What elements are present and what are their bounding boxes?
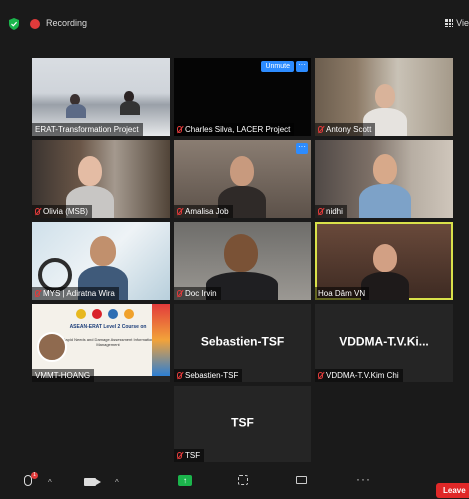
participant-name: TSF (174, 449, 205, 462)
video-tile-amalisa-job[interactable]: ··· Amalisa Job (174, 140, 311, 218)
participant-name: Hoa Dâm VN (315, 287, 370, 300)
grid-icon (445, 19, 454, 27)
mic-muted-icon (318, 126, 323, 133)
view-button[interactable]: Vie (445, 18, 469, 28)
recording-icon (30, 19, 40, 29)
participant-name: nidhi (315, 205, 347, 218)
video-camera-icon[interactable] (84, 478, 101, 486)
video-tile-hoa-dam[interactable]: Hoa Dâm VN (315, 222, 453, 300)
mic-muted-icon (177, 372, 182, 379)
view-label: Vie (456, 18, 469, 28)
participant-name: VMMT-HOANG (32, 369, 95, 382)
mic-muted-icon (177, 290, 182, 297)
flag-icon (92, 309, 102, 319)
participant-video (224, 234, 258, 272)
video-tile-antony-scott[interactable]: Antony Scott (315, 58, 453, 136)
slide-subtitle: Rapid Needs and Damage Assessment Inform… (62, 337, 154, 347)
video-tile-vmmt-hoang[interactable]: ASEAN-ERAT Level 2 Course on Rapid Needs… (32, 304, 170, 382)
logo-icon (76, 309, 86, 319)
slide-title: ASEAN-ERAT Level 2 Course on (69, 324, 147, 330)
mic-muted-icon (177, 126, 182, 133)
mic-muted-icon (35, 290, 40, 297)
participant-name: ERAT-Transformation Project (32, 123, 143, 136)
video-tile-nidhi[interactable]: nidhi (315, 140, 453, 218)
participant-name: Sebastien-TSF (174, 369, 243, 382)
participant-video (230, 156, 254, 186)
audio-options-caret[interactable]: ^ (48, 478, 52, 487)
video-tile-vddma-kim-chi[interactable]: VDDMA-T.V.Ki... VDDMA-T.V.Kim Chi (315, 304, 453, 382)
participant-name: Olivia (MSB) (32, 205, 92, 218)
participant-name: Antony Scott (315, 123, 376, 136)
mic-badge: 1 (31, 472, 38, 479)
participant-video (373, 244, 397, 272)
participant-thumbnail (37, 332, 67, 362)
video-tile-tsf[interactable]: TSF TSF (174, 386, 311, 462)
participant-video (373, 154, 397, 184)
participant-name: MYS | Adiratna Wira (32, 287, 119, 300)
participant-name: VDDMA-T.V.Kim Chi (315, 369, 403, 382)
mic-muted-icon (177, 452, 182, 459)
top-bar: Recording Vie (0, 0, 469, 46)
share-screen-icon[interactable]: ↑ (178, 475, 192, 486)
participant-name: Charles Silva, LACER Project (174, 123, 295, 136)
mic-muted-icon (177, 208, 182, 215)
mic-muted-icon (318, 208, 323, 215)
participant-video (78, 156, 102, 186)
video-tile-adiratna-wira[interactable]: MYS | Adiratna Wira (32, 222, 170, 300)
participant-video (375, 84, 395, 108)
video-tile-sebastien-tsf[interactable]: Sebastien-TSF Sebastien-TSF (174, 304, 311, 382)
mic-muted-icon (318, 372, 323, 379)
reactions-icon[interactable] (238, 475, 248, 485)
recording-label[interactable]: Recording (46, 18, 87, 28)
shared-slide: ASEAN-ERAT Level 2 Course on Rapid Needs… (32, 304, 170, 376)
video-tile-doc-irvin[interactable]: Doc Irvin (174, 222, 311, 300)
participant-display-name: TSF (231, 415, 254, 430)
meeting-toolbar: 1 ^ ^ ↑ ··· Leave (0, 466, 469, 499)
participant-video (90, 236, 116, 266)
shield-icon[interactable] (9, 18, 19, 30)
chat-icon[interactable] (296, 476, 307, 484)
badge-icon (124, 309, 134, 319)
mic-muted-icon (35, 208, 40, 215)
slide-stripe (152, 304, 170, 376)
seal-icon (108, 309, 118, 319)
unmute-button[interactable]: Unmute (261, 61, 294, 72)
participant-display-name: Sebastien-TSF (200, 334, 285, 349)
video-tile-charles-silva[interactable]: Unmute ··· Charles Silva, LACER Project (174, 58, 311, 136)
video-tile-olivia[interactable]: Olivia (MSB) (32, 140, 170, 218)
leave-button[interactable]: Leave (436, 483, 469, 498)
participant-name: Amalisa Job (174, 205, 233, 218)
more-options-button[interactable]: ··· (296, 61, 308, 72)
video-tile-erat-transformation[interactable]: ERAT-Transformation Project (32, 58, 170, 136)
participant-display-name: VDDMA-T.V.Ki... (339, 334, 429, 349)
participant-name: Doc Irvin (174, 287, 221, 300)
more-options-button[interactable]: ··· (296, 143, 308, 154)
more-options-icon[interactable]: ··· (356, 472, 371, 486)
video-options-caret[interactable]: ^ (115, 478, 119, 487)
